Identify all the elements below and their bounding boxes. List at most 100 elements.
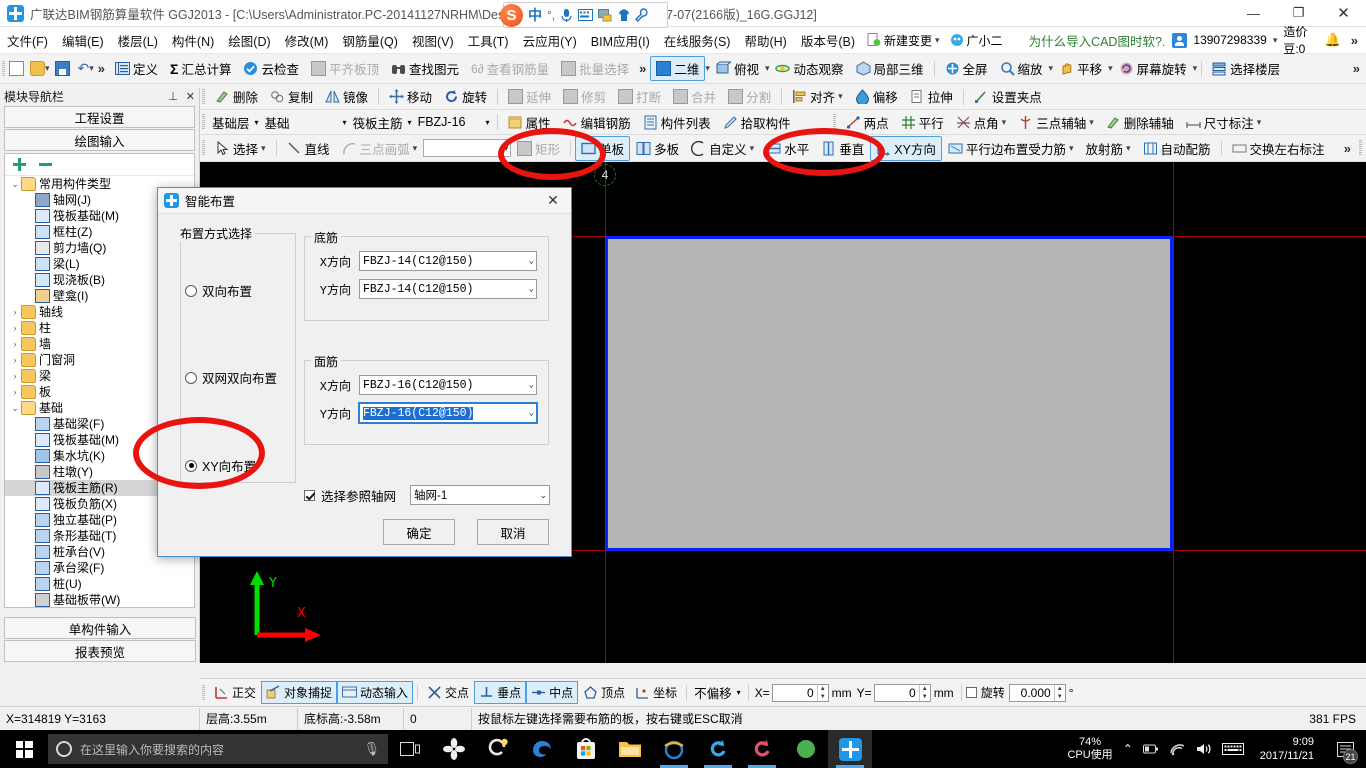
parallel-edge-button[interactable]: 平行边布置受力筋 ▾ xyxy=(942,136,1080,161)
radio-double-net[interactable]: 双网双向布置 xyxy=(185,368,277,387)
floor-chevron-down-icon[interactable]: ▾ xyxy=(255,118,259,127)
coordinate-snap-toggle[interactable]: 坐标 xyxy=(630,681,682,704)
properties-button[interactable]: 属性 xyxy=(502,110,557,135)
twisty-expanded-icon[interactable]: ⌄ xyxy=(9,400,21,416)
toolbar-row1-more-icon[interactable]: » xyxy=(635,61,650,76)
expand-all-icon[interactable] xyxy=(13,157,29,172)
component-type-chevron-down-icon[interactable]: ▾ xyxy=(408,118,412,127)
snap-toolbar-grip[interactable] xyxy=(202,684,205,701)
local-3d-button[interactable]: 局部三维 xyxy=(850,56,930,81)
draw-mode-combo[interactable]: ▾ xyxy=(423,139,512,157)
offset-x-input[interactable]: ▲▼ xyxy=(771,683,829,702)
dialog-close-button[interactable]: ✕ xyxy=(541,190,565,212)
toolbar-grip[interactable] xyxy=(2,60,5,77)
screen-rotate-button[interactable]: 屏幕旋转 xyxy=(1113,56,1193,81)
twisty-collapsed-icon[interactable]: › xyxy=(9,384,21,400)
category-chevron-down-icon[interactable]: ▾ xyxy=(343,118,347,127)
align-chevron-down-icon[interactable]: ▾ xyxy=(838,91,843,102)
wifi-icon[interactable] xyxy=(1169,742,1186,756)
tray-expand-chevron-up-icon[interactable]: ⌃ xyxy=(1123,742,1133,756)
taskbar-app-browser-red[interactable] xyxy=(740,730,784,768)
project-settings-button[interactable]: 工程设置 xyxy=(4,106,195,128)
ref-grid-combo[interactable]: 轴网-1 ⌄ xyxy=(410,485,551,505)
xy-direction-button[interactable]: XY方向 xyxy=(870,135,942,161)
radio-double-net-icon[interactable] xyxy=(185,371,197,384)
menu-item-bim[interactable]: BIM应用(I) xyxy=(584,28,657,53)
ime-punctuation-icon[interactable]: °, xyxy=(547,8,555,22)
soft-keyboard-icon[interactable] xyxy=(578,9,594,21)
menu-item-file[interactable]: 文件(F) xyxy=(0,28,55,53)
radial-rebar-button[interactable]: 放射筋 ▾ xyxy=(1079,136,1136,161)
ref-grid-checkbox[interactable] xyxy=(304,489,315,501)
menu-item-component[interactable]: 构件(N) xyxy=(165,28,221,53)
delete-button[interactable]: 删除 xyxy=(209,84,264,109)
fullscreen-button[interactable]: 全屏 xyxy=(939,56,994,81)
top-y-chevron-down-icon[interactable]: ⌄ xyxy=(529,408,534,418)
modify-toolbar-grip[interactable] xyxy=(202,88,205,105)
summary-calc-button[interactable]: Σ 汇总计算 xyxy=(164,56,237,81)
move-button[interactable]: 移动 xyxy=(383,84,438,109)
report-preview-button[interactable]: 报表预览 xyxy=(4,640,196,662)
panel-close-icon[interactable]: ✕ xyxy=(186,90,195,103)
radial-chevron-down-icon[interactable]: ▾ xyxy=(1126,143,1131,154)
select-floor-button[interactable]: 选择楼层 xyxy=(1206,56,1286,81)
horizontal-button[interactable]: 水平 xyxy=(760,136,815,161)
dimension-chevron-down-icon[interactable]: ▾ xyxy=(1257,117,1262,128)
pin-icon[interactable]: ⊥ xyxy=(168,90,178,103)
pan-chevron-down-icon[interactable]: ▾ xyxy=(1108,63,1113,74)
bottom-y-chevron-down-icon[interactable]: ⌄ xyxy=(529,284,534,294)
taskbar-app-explorer[interactable] xyxy=(608,730,652,768)
midpoint-snap-toggle[interactable]: 中点 xyxy=(526,681,579,704)
arc-tool-button[interactable]: 三点画弧 ▾ xyxy=(336,136,424,161)
custom-button[interactable]: 自定义 ▾ xyxy=(685,136,760,161)
radio-bidirectional[interactable]: 双向布置 xyxy=(185,281,252,300)
component-list-button[interactable]: 构件列表 xyxy=(637,110,717,135)
menu-item-draw[interactable]: 绘图(D) xyxy=(221,28,277,53)
pick-component-button[interactable]: 拾取构件 xyxy=(717,110,797,135)
menu-item-tools[interactable]: 工具(T) xyxy=(461,28,516,53)
collapse-all-icon[interactable] xyxy=(39,158,55,172)
raft-slab-element[interactable] xyxy=(605,236,1173,551)
axis-toolbar-grip[interactable] xyxy=(832,114,836,130)
offset-mode-chevron-down-icon[interactable]: ▾ xyxy=(737,688,741,697)
draw-toolbar-grip[interactable] xyxy=(202,140,205,156)
component-name-selector[interactable]: FBZJ-16 ▾ xyxy=(415,114,493,130)
rotate-checkbox[interactable] xyxy=(965,687,977,698)
select-tool-chevron-down-icon[interactable]: ▾ xyxy=(261,143,266,154)
radio-xy-direction[interactable]: XY向布置 xyxy=(185,456,256,475)
chevron-down-icon[interactable]: ▾ xyxy=(935,35,940,46)
ime-toolbar[interactable]: S 中 °, xyxy=(500,2,668,28)
align-button[interactable]: 对齐 ▾ xyxy=(786,84,849,109)
microphone-icon[interactable] xyxy=(560,8,573,23)
cloud-check-button[interactable]: 云检查 xyxy=(237,56,305,81)
toolbar-row4-overflow-icon[interactable]: » xyxy=(1338,141,1357,156)
screen-rotate-chevron-down-icon[interactable]: ▾ xyxy=(1193,63,1198,74)
parallel-edge-chevron-down-icon[interactable]: ▾ xyxy=(1069,143,1074,154)
ime-skin-icon[interactable] xyxy=(618,8,630,22)
component-type-selector[interactable]: 筏板主筋 ▾ xyxy=(350,112,415,133)
perpendicular-snap-toggle[interactable]: 垂点 xyxy=(474,681,527,704)
open-chevron-down-icon[interactable]: ▾ xyxy=(45,63,50,74)
menu-item-view[interactable]: 视图(V) xyxy=(405,28,461,53)
single-slab-button[interactable]: 单板 xyxy=(575,135,631,161)
radio-xy-direction-icon[interactable] xyxy=(185,459,197,472)
action-center-button[interactable]: 21 xyxy=(1330,730,1360,768)
three-point-axis-chevron-down-icon[interactable]: ▾ xyxy=(1089,117,1094,128)
tree-item-24[interactable]: 承台梁(F) xyxy=(5,560,194,576)
copy-button[interactable]: 复制 xyxy=(264,84,319,109)
open-folder-icon[interactable] xyxy=(30,61,45,76)
draw-toolbar-grip-right[interactable] xyxy=(1359,140,1362,156)
taskbar-app-browser-blue[interactable] xyxy=(696,730,740,768)
point-angle-chevron-down-icon[interactable]: ▾ xyxy=(1002,117,1007,128)
floor-selector[interactable]: 基础层 ▾ xyxy=(209,112,262,133)
tree-item-26[interactable]: 基础板带(W) xyxy=(5,592,194,607)
two-point-axis-button[interactable]: 两点 xyxy=(840,110,895,135)
top-view-button[interactable]: 俯视 xyxy=(710,56,765,81)
ok-button[interactable]: 确定 xyxy=(383,519,455,545)
single-component-input-button[interactable]: 单构件输入 xyxy=(4,617,196,639)
bottom-x-chevron-down-icon[interactable]: ⌄ xyxy=(529,256,534,266)
line-tool-button[interactable]: 直线 xyxy=(281,136,336,161)
taskbar-app-browser-green[interactable] xyxy=(784,730,828,768)
offset-mode-selector[interactable]: 不偏移 ▾ xyxy=(691,682,744,703)
volume-icon[interactable] xyxy=(1196,742,1212,756)
